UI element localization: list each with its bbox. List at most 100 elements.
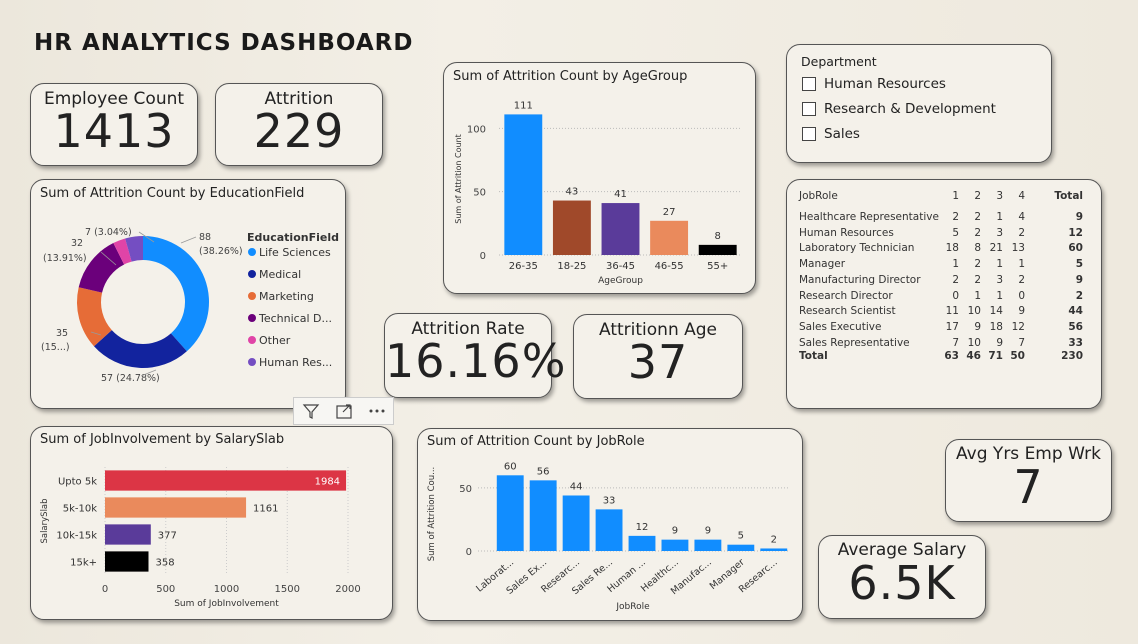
dashboard-title: HR ANALYTICS DASHBOARD: [34, 30, 414, 56]
more-options-icon[interactable]: [367, 401, 387, 421]
matrix-cell: 5: [1075, 258, 1083, 271]
y-axis-title: SalarySlab: [40, 498, 50, 543]
x-tick-label: 18-25: [557, 261, 586, 272]
avg-salary-card[interactable]: Average Salary 6.5K: [818, 535, 986, 619]
data-label: 44: [570, 481, 583, 492]
x-tick-label: 0: [102, 584, 108, 595]
salary-slab-chart-card[interactable]: Sum of JobInvolvement by SalarySlab 0 500…: [30, 426, 393, 620]
legend-label: Human Res...: [259, 356, 332, 369]
bar: [105, 551, 149, 572]
matrix-cell: 2: [1018, 273, 1025, 286]
bar: [661, 539, 689, 551]
y-tick-label: Upto 5k: [58, 477, 97, 488]
data-label: 32: [71, 238, 83, 249]
data-label: 377: [158, 531, 177, 542]
attrition-rate-card[interactable]: Attrition Rate 16.16%: [384, 313, 567, 398]
education-field-chart: 88 (38.26%) 57 (24.78%) 35 (15...) 32 (13.91%)…: [41, 227, 339, 384]
data-label: 358: [155, 558, 174, 569]
data-label: 41: [614, 189, 627, 200]
employee-count-value: 1413: [53, 104, 175, 158]
filter-icon[interactable]: [301, 401, 321, 421]
data-label: (38.26%): [199, 246, 243, 257]
checkbox-icon[interactable]: [802, 77, 816, 91]
education-field-chart-card[interactable]: Sum of Attrition Count by EducationField…: [30, 179, 346, 409]
dashboard-canvas: { "title": "HR ANALYTICS DASHBOARD", "kp…: [0, 0, 1138, 644]
bar: [694, 539, 722, 551]
legend-marker: [248, 358, 256, 366]
data-label: 12: [636, 522, 649, 533]
leader-line: [180, 236, 197, 244]
checkbox-icon[interactable]: [802, 127, 816, 141]
bar: [105, 497, 247, 518]
matrix-header-cell: 4: [1018, 190, 1025, 202]
matrix-total-cell: 50: [1010, 350, 1025, 363]
legend-marker: [248, 336, 256, 344]
bar: [760, 548, 788, 551]
x-axis-title: AgeGroup: [598, 276, 643, 286]
checkbox-icon[interactable]: [802, 102, 816, 116]
data-label: 9: [705, 526, 711, 537]
legend-label: Technical D...: [258, 312, 332, 325]
matrix-cell: 2: [1018, 226, 1025, 239]
y-tick-label: 15k+: [70, 558, 97, 569]
bar: [650, 220, 689, 255]
bar: [727, 544, 755, 551]
matrix-cell: 9: [1075, 273, 1083, 286]
data-label: 7 (3.04%): [85, 227, 132, 238]
department-slicer[interactable]: Department Human Resources Research & De…: [786, 44, 1052, 163]
job-role-chart-card[interactable]: Sum of Attrition Count by JobRole 0 50 60 L…: [417, 428, 803, 621]
x-tick-label: 36-45: [606, 261, 635, 272]
slicer-option-label: Sales: [824, 126, 860, 142]
matrix-cell: 56: [1068, 320, 1083, 333]
data-label: 5: [738, 531, 744, 542]
bar: [496, 475, 524, 551]
slicer-option[interactable]: Sales: [802, 126, 860, 142]
y-tick-label: 100: [467, 124, 486, 135]
data-label: 33: [603, 495, 616, 506]
matrix-cell: 9: [1018, 305, 1025, 318]
matrix-header-cell: Total: [1054, 190, 1083, 202]
matrix-cell: 7: [1018, 336, 1025, 349]
age-group-chart-card[interactable]: Sum of Attrition Count by AgeGroup 0 50 10…: [443, 62, 756, 294]
matrix-cell: 1: [1018, 258, 1025, 271]
y-tick-label: 50: [459, 484, 472, 495]
x-tick-label: 1000: [214, 584, 239, 595]
matrix-cell: 60: [1068, 242, 1083, 255]
employee-count-card[interactable]: Employee Count 1413: [30, 83, 198, 166]
attrition-card[interactable]: Attrition 229: [215, 83, 383, 166]
x-tick-label: 55+: [707, 261, 728, 272]
matrix-total-cell: 230: [1061, 350, 1083, 363]
data-label: 111: [514, 100, 533, 111]
data-label: 2: [771, 534, 777, 545]
slicer-option[interactable]: Research & Development: [802, 101, 996, 117]
slicer-option-label: Research & Development: [824, 101, 996, 117]
focus-mode-icon[interactable]: [334, 401, 354, 421]
legend-marker: [248, 314, 256, 322]
job-role-matrix-card[interactable]: JobRole 1 2 3 4 Total Healthcare Representativ…: [786, 179, 1102, 409]
data-label: 57 (24.78%): [101, 373, 160, 384]
data-label: 9: [672, 526, 678, 537]
attrition-age-card[interactable]: Attritionn Age 37: [573, 314, 743, 399]
attrition-rate-value: 16.16%: [385, 334, 567, 388]
matrix-cell: 9: [1075, 211, 1083, 223]
data-label: 1161: [253, 504, 278, 515]
data-label: 35: [56, 328, 68, 339]
attrition-age-value: 37: [627, 335, 689, 389]
avg-yrs-card[interactable]: Avg Yrs Emp Wrk 7: [945, 439, 1112, 522]
bar: [601, 203, 640, 255]
data-label: (15...): [41, 342, 70, 353]
avg-salary-value: 6.5K: [848, 556, 956, 610]
data-label: 60: [504, 461, 517, 472]
matrix-cell: 12: [1068, 226, 1083, 239]
x-axis-title: Sum of JobInvolvement: [174, 599, 279, 609]
salary-slab-chart: 0 500 1000 1500 2000 Upto 5k 1984 5k-10k 1161 10k…: [40, 467, 361, 609]
bar: [105, 524, 151, 545]
donut-slice: [93, 330, 187, 368]
visual-header: [293, 397, 394, 425]
bar: [529, 480, 557, 551]
legend-label: Marketing: [259, 290, 314, 303]
legend-label: Medical: [259, 268, 301, 281]
x-tick-label: 26-35: [509, 261, 538, 272]
data-label: 27: [663, 207, 676, 218]
slicer-option[interactable]: Human Resources: [802, 76, 946, 92]
